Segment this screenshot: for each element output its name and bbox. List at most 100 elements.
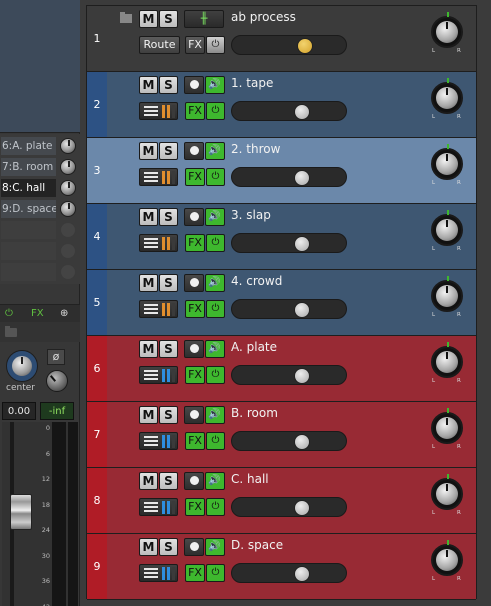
mute-button[interactable]: M bbox=[139, 340, 158, 358]
io-routing-button[interactable] bbox=[139, 102, 178, 120]
mute-button[interactable]: M bbox=[139, 10, 158, 28]
track-number[interactable]: 2 bbox=[87, 72, 107, 137]
fx-power-icon[interactable]: ⏻ bbox=[5, 305, 13, 323]
track-name[interactable]: D. space bbox=[231, 538, 283, 552]
solo-button[interactable]: S bbox=[159, 10, 178, 28]
track-name[interactable]: 2. throw bbox=[231, 142, 280, 156]
volume-slider[interactable] bbox=[231, 365, 347, 385]
send-label[interactable]: 8:C. hall bbox=[1, 179, 56, 197]
fx-button[interactable]: FX bbox=[185, 498, 205, 516]
send-volume-knob[interactable] bbox=[60, 138, 76, 154]
send-row[interactable]: 7:B. room bbox=[0, 157, 80, 177]
track-number[interactable]: 6 bbox=[87, 336, 107, 401]
volume-slider[interactable] bbox=[231, 299, 347, 319]
track-row[interactable]: 3MSFX⏻2. throwLR bbox=[87, 138, 476, 204]
fx-bypass-button[interactable]: ⏻ bbox=[206, 300, 225, 318]
record-arm-button[interactable] bbox=[184, 472, 204, 490]
volume-slider[interactable] bbox=[231, 497, 347, 517]
volume-slider-thumb[interactable] bbox=[294, 566, 310, 582]
mute-button[interactable]: M bbox=[139, 538, 158, 556]
record-monitor-button[interactable] bbox=[205, 274, 225, 292]
fx-bypass-button[interactable]: ⏻ bbox=[206, 432, 225, 450]
solo-button[interactable]: S bbox=[159, 274, 178, 292]
fx-button[interactable]: FX bbox=[185, 102, 205, 120]
io-routing-button[interactable] bbox=[139, 168, 178, 186]
solo-button[interactable]: S bbox=[159, 472, 178, 490]
record-monitor-button[interactable] bbox=[205, 472, 225, 490]
record-arm-button[interactable] bbox=[184, 406, 204, 424]
track-number[interactable]: 1 bbox=[87, 6, 107, 71]
send-label[interactable] bbox=[1, 242, 56, 260]
record-arm-button[interactable] bbox=[184, 340, 204, 358]
mute-button[interactable]: M bbox=[139, 208, 158, 226]
record-monitor-button[interactable] bbox=[205, 538, 225, 556]
mute-button[interactable]: M bbox=[139, 406, 158, 424]
track-name[interactable]: A. plate bbox=[231, 340, 277, 354]
track-row[interactable]: 9MSFX⏻D. spaceLR bbox=[87, 534, 476, 600]
send-label[interactable] bbox=[1, 221, 56, 239]
io-routing-button[interactable] bbox=[139, 498, 178, 516]
fx-button[interactable]: FX bbox=[185, 168, 205, 186]
pan-knob[interactable]: LR bbox=[431, 12, 463, 54]
io-routing-button[interactable] bbox=[139, 300, 178, 318]
track-row[interactable]: 4MSFX⏻3. slapLR bbox=[87, 204, 476, 270]
pan-knob[interactable]: LR bbox=[431, 342, 463, 384]
fx-button[interactable]: FX bbox=[185, 234, 205, 252]
send-label[interactable]: 9:D. space bbox=[1, 200, 56, 218]
track-row[interactable]: 2MSFX⏻1. tapeLR bbox=[87, 72, 476, 138]
fx-bypass-button[interactable]: ⏻ bbox=[206, 168, 225, 186]
pan-knob[interactable]: LR bbox=[431, 276, 463, 318]
send-label[interactable] bbox=[1, 263, 56, 281]
io-routing-button[interactable] bbox=[139, 432, 178, 450]
send-row[interactable]: 8:C. hall bbox=[0, 178, 80, 198]
mute-button[interactable]: M bbox=[139, 142, 158, 160]
track-number[interactable]: 7 bbox=[87, 402, 107, 467]
width-knob[interactable] bbox=[46, 370, 68, 392]
fx-bypass-button[interactable]: ⏻ bbox=[206, 366, 225, 384]
send-volume-knob[interactable] bbox=[60, 222, 76, 238]
track-number[interactable]: 8 bbox=[87, 468, 107, 533]
track-name[interactable]: ab process bbox=[231, 10, 296, 24]
volume-slider-thumb[interactable] bbox=[294, 302, 310, 318]
track-name[interactable]: 4. crowd bbox=[231, 274, 282, 288]
peak-readout[interactable]: -inf bbox=[40, 402, 74, 420]
send-volume-knob[interactable] bbox=[60, 180, 76, 196]
fx-button[interactable]: FX bbox=[185, 432, 205, 450]
track-row[interactable]: 5MSFX⏻4. crowdLR bbox=[87, 270, 476, 336]
pan-knob[interactable]: LR bbox=[431, 144, 463, 186]
pan-knob[interactable]: LR bbox=[431, 474, 463, 516]
volume-slider[interactable] bbox=[231, 233, 347, 253]
record-arm-button[interactable] bbox=[184, 142, 204, 160]
route-button[interactable]: Route bbox=[139, 36, 180, 54]
solo-button[interactable]: S bbox=[159, 340, 178, 358]
record-arm-button[interactable] bbox=[184, 538, 204, 556]
volume-slider-thumb[interactable] bbox=[294, 368, 310, 384]
send-volume-knob[interactable] bbox=[60, 243, 76, 259]
track-name[interactable]: B. room bbox=[231, 406, 278, 420]
volume-readout[interactable]: 0.00 bbox=[2, 402, 36, 420]
pan-knob[interactable]: LR bbox=[431, 78, 463, 120]
track-name[interactable]: 1. tape bbox=[231, 76, 273, 90]
track-number[interactable]: 4 bbox=[87, 204, 107, 269]
send-volume-knob[interactable] bbox=[60, 264, 76, 280]
add-fx-icon[interactable]: ⊕ bbox=[60, 305, 68, 323]
volume-slider-thumb[interactable] bbox=[294, 236, 310, 252]
io-routing-button[interactable] bbox=[139, 564, 178, 582]
send-row[interactable] bbox=[0, 262, 80, 282]
mute-button[interactable]: M bbox=[139, 76, 158, 94]
pan-knob[interactable]: LR bbox=[431, 540, 463, 582]
track-row[interactable]: 7MSFX⏻B. roomLR bbox=[87, 402, 476, 468]
solo-button[interactable]: S bbox=[159, 76, 178, 94]
volume-slider[interactable] bbox=[231, 35, 347, 55]
send-volume-knob[interactable] bbox=[60, 159, 76, 175]
send-row[interactable] bbox=[0, 241, 80, 261]
mute-button[interactable]: M bbox=[139, 274, 158, 292]
track-name[interactable]: 3. slap bbox=[231, 208, 271, 222]
pan-knob[interactable] bbox=[6, 350, 38, 382]
volume-slider-thumb[interactable] bbox=[294, 500, 310, 516]
record-monitor-button[interactable] bbox=[205, 208, 225, 226]
volume-slider-thumb[interactable] bbox=[294, 104, 310, 120]
volume-slider-thumb[interactable] bbox=[297, 38, 313, 54]
record-arm-button[interactable] bbox=[184, 274, 204, 292]
fx-button[interactable]: FX bbox=[185, 36, 205, 54]
